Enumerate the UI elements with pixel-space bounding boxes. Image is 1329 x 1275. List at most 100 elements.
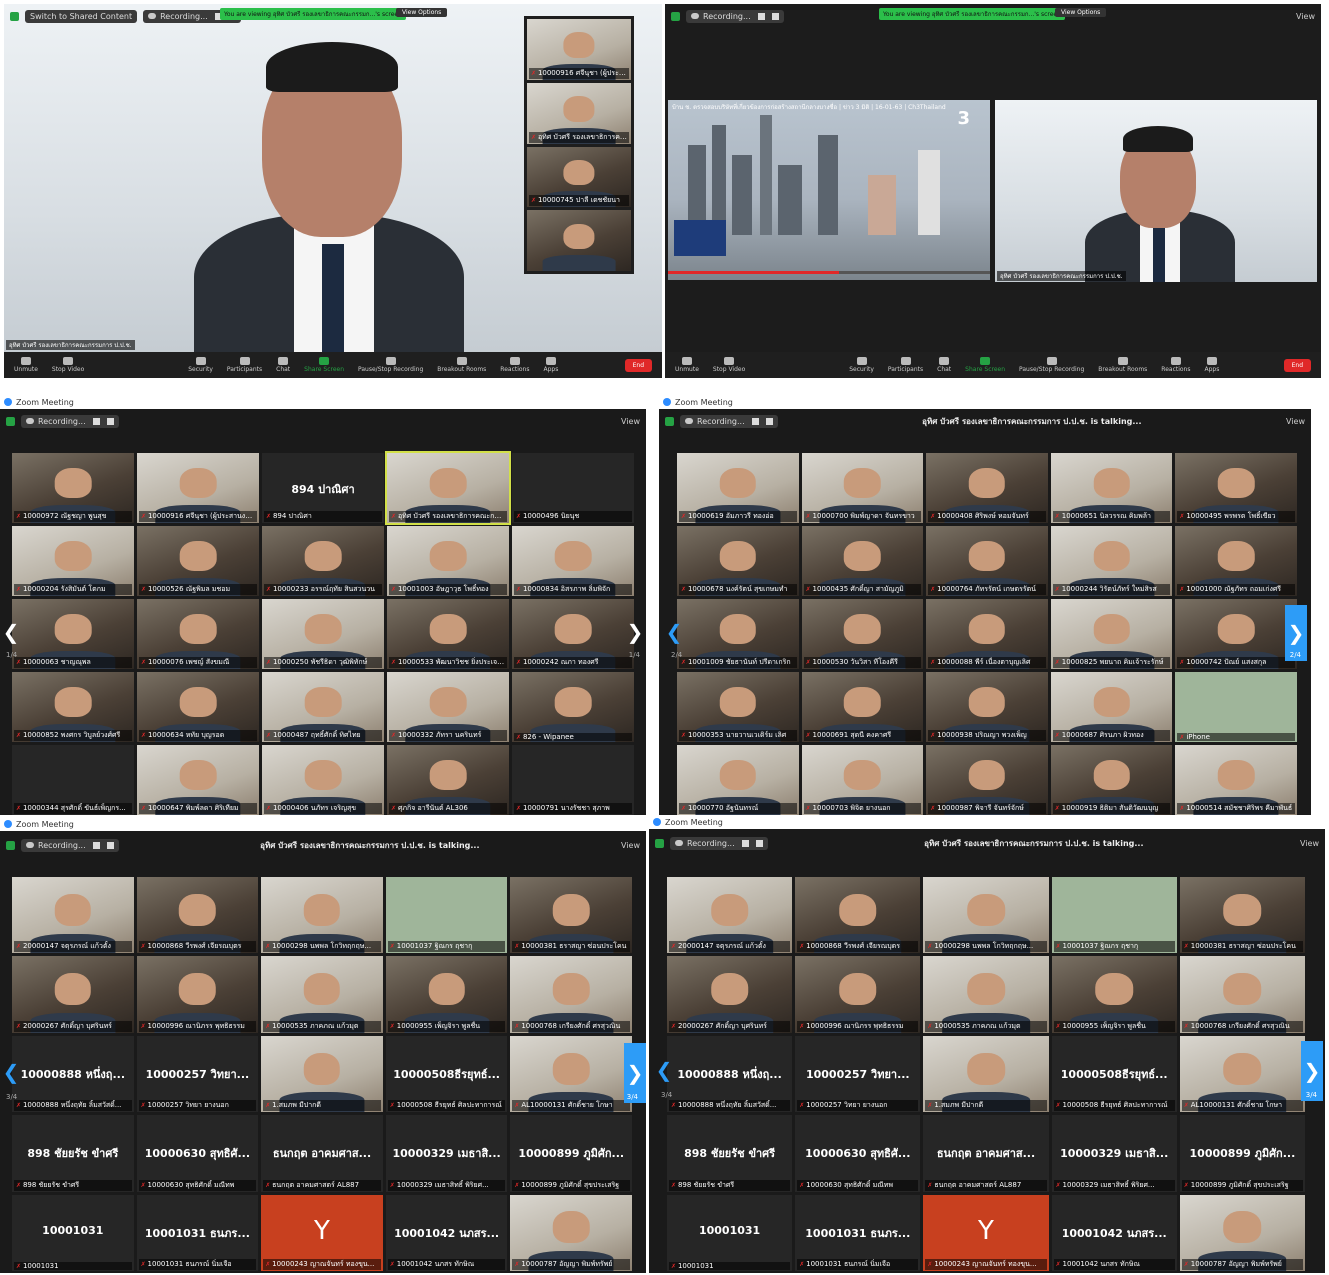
reactions-button[interactable]: Reactions (1161, 357, 1190, 373)
participant-tile[interactable]: 10001000 ณัฐภัทร ถอมเก่งศรี (1175, 526, 1297, 596)
apps-button[interactable]: Apps (543, 357, 558, 373)
participant-tile[interactable]: 10000938 ปริณญา พวงเพ็ญ (926, 672, 1048, 742)
participant-tile[interactable]: 20000267 ศักดิ์ญา บุศรินทร์ (12, 956, 134, 1033)
participant-tile[interactable]: Y 10000243 ญาณจันทร์ ทองขุน... (923, 1194, 1049, 1271)
participant-tile[interactable]: 10001042 นภสร... 10001042 นภสร ทักษิณ (1051, 1194, 1177, 1271)
participant-tile[interactable]: 10000770 อัฐนันทรณ์ (677, 745, 799, 815)
participant-tile[interactable]: 10001037 ฐิณกร ฤชากุ (385, 877, 508, 954)
stop-icon[interactable] (755, 839, 763, 847)
participant-tile[interactable]: 10000526 ณัฐพิมล มชอม (137, 526, 259, 596)
participant-tile[interactable]: 10000204 รังสิมันต์ โตกม (12, 526, 134, 596)
recording-button[interactable]: Pause/Stop Recording (358, 357, 423, 373)
view-options-button[interactable]: View Options (396, 8, 448, 17)
participant-tile[interactable]: 10000076 เพชญ์ สังขมณี (137, 599, 259, 669)
participant-tile[interactable]: 10000242 ณภา ทองศรี (512, 599, 634, 669)
view-button[interactable]: View (1296, 12, 1315, 21)
participant-tile[interactable]: 10000791 นางรัชชา สุภาพ (512, 745, 634, 815)
participant-tile[interactable]: 10001037 ฐิณกร ฤชากุ (1051, 877, 1177, 954)
stop-icon[interactable] (106, 841, 114, 849)
participant-tile[interactable]: 1.สมภพ มีปากดี (261, 1035, 383, 1113)
participant-tile[interactable]: 10000787 อัญญา พิมพ์ทรัพย์ (1179, 1194, 1305, 1271)
participant-tile[interactable]: 10001031 10001031 (667, 1194, 793, 1271)
security-button[interactable]: Security (188, 357, 213, 373)
participant-tile[interactable]: 10001031 ธนภร... 10001031 ธนภรณ์ นิ่มเจือ (795, 1194, 921, 1271)
switch-shared-button[interactable]: Switch to Shared Content (25, 9, 138, 23)
participant-tile[interactable]: 10000332 ภัทรา นครินทร์ (387, 672, 509, 742)
chat-button[interactable]: Chat (276, 357, 290, 373)
participant-tile[interactable]: อุทิศ บัวศรี รองเลขาธิการคณะกรรม... (385, 451, 511, 525)
pause-icon[interactable] (757, 12, 765, 20)
participant-tile[interactable]: 10000916 ศจีนุชา (ผู้ประสานงาน) (137, 453, 259, 523)
pause-icon[interactable] (741, 839, 749, 847)
view-button[interactable]: View (1286, 417, 1305, 426)
participant-tile[interactable]: 10000233 อรรณ์ฤทัย สินสวนวน (262, 526, 384, 596)
chat-button[interactable]: Chat (937, 357, 951, 373)
participant-tile[interactable]: ธนกฤต อาคมศาส... ธนกฤต อาคมศาสตร์ AL887 (261, 1115, 383, 1192)
stop-icon[interactable] (771, 12, 779, 20)
participant-tile[interactable]: ศุภกิจ อารีนันต์ AL306 (387, 745, 509, 815)
previous-page-button[interactable]: ❮ (0, 1049, 22, 1095)
participants-button[interactable]: Participants (888, 357, 923, 373)
participant-tile[interactable]: 10000678 นงค์รัตน์ สุขเกษมทำ (677, 526, 799, 596)
participant-tile[interactable]: 10000088 พีร์ เนื่องตาบุญเลิศ (926, 599, 1048, 669)
participant-tile[interactable]: 10000919 ธิติมา สันติวัฒนบุญ (1050, 745, 1173, 815)
previous-page-button[interactable]: ❮ (653, 1047, 675, 1093)
participant-tile[interactable]: 898 ชัยยรัช ขำศรี 898 ชัยยรัช ขำศรี (667, 1115, 793, 1192)
stop-icon[interactable] (106, 417, 114, 425)
share-screen-button[interactable]: Share Screen (965, 357, 1005, 373)
participant-tile[interactable]: 10000691 สุดนี คงคาศรี (801, 672, 924, 742)
thumbnail-tile[interactable] (527, 210, 631, 271)
next-page-button[interactable]: ❯ (624, 609, 646, 655)
participant-tile[interactable]: 10000634 หทัย บุญรอด (137, 672, 259, 742)
participant-tile[interactable]: 10000955 เพ็ญจิรา พูลชื่น (1051, 956, 1177, 1033)
participant-tile[interactable]: AL10000131 ศักดิ์ชาย โกษา (510, 1035, 632, 1113)
end-button[interactable]: End (1283, 358, 1311, 372)
security-button[interactable]: Security (849, 357, 874, 373)
participant-tile[interactable]: 10000651 นิลวรรณ คิมพล้า (1050, 453, 1173, 523)
participant-tile[interactable]: 10000508ธีรยุทธ์... 10000508 ธีรยุทธ์ ศิล… (385, 1035, 508, 1113)
unmute-button[interactable]: Unmute (14, 357, 38, 373)
participant-tile[interactable]: 10000508ธีรยุทธ์... 10000508 ธีรยุทธ์ ศิล… (1051, 1035, 1177, 1113)
view-button[interactable]: View (1300, 839, 1319, 848)
participant-tile[interactable]: 10000888 หนึ่งฤ... 10000888 หนึ่งฤทัย ลิ้… (667, 1035, 793, 1113)
participant-tile[interactable]: AL10000131 ศักดิ์ชาย โกษา (1179, 1035, 1305, 1113)
participants-button[interactable]: Participants (227, 357, 262, 373)
participant-tile[interactable]: 10000298 นพพล โกวิทฤกฤษ... (261, 877, 383, 954)
participant-tile[interactable]: 10000868 วีรพงศ์ เจียรณบุตร (136, 877, 259, 954)
reactions-button[interactable]: Reactions (500, 357, 529, 373)
pause-icon[interactable] (92, 417, 100, 425)
participant-tile[interactable]: 10000344 สุรศักดิ์ ขันธ์เพ็ญกร... (12, 745, 134, 815)
pause-icon[interactable] (751, 417, 759, 425)
end-button[interactable]: End (624, 358, 652, 372)
participant-tile[interactable]: 10000063 ชาญณุพล (12, 599, 134, 669)
participant-tile[interactable]: 10000972 ณัฐชญา พูนสุข (12, 453, 134, 523)
participant-tile[interactable]: 10000244 วิรัตน์ภัทร์ ใหม่สิรส (1050, 526, 1173, 596)
participant-tile[interactable]: iPhone (1175, 672, 1297, 742)
stop-icon[interactable] (765, 417, 773, 425)
participant-tile[interactable]: 10000514 สมัชชาศิริพร คีมาพันธ์ (1175, 745, 1297, 815)
participant-tile[interactable]: 10000619 อัมภาวรี ทองอ่อ (677, 453, 799, 523)
participant-tile[interactable]: 10000899 ภูมิศัก... 10000899 ภูมิศักดิ์ ส… (510, 1115, 632, 1192)
participant-tile[interactable]: 10000742 ปัณย์ แสงสกุล (1175, 599, 1297, 669)
participant-tile[interactable]: 10000496 นิยนุช (512, 453, 634, 523)
participant-tile[interactable]: 10000298 นพพล โกวิทฤกฤษ... (923, 877, 1049, 954)
participant-tile[interactable]: 20000267 ศักดิ์ญา บุศรินทร์ (667, 956, 793, 1033)
participant-tile[interactable]: 10000996 ณานิภรร พุทธิธรรม (795, 956, 921, 1033)
view-button[interactable]: View (621, 417, 640, 426)
participant-tile[interactable]: 10000834 อิสรภาพ ลิ่มพิจัก (512, 526, 634, 596)
participant-tile[interactable]: 10000852 พงศกร วิบูลย์วงศ์ศรี (12, 672, 134, 742)
participant-tile[interactable]: 10001009 ชัยธานันท์ ปรีดาเกริก (677, 599, 799, 669)
thumbnail-tile[interactable]: อุทิศ บัวศรี รองเลขาธิการคณะกรรมการ... (527, 82, 631, 144)
participant-tile[interactable]: 10000533 พัฒนาวิชช ยิ่งประเจริญ (387, 599, 509, 669)
participant-tile[interactable]: 10000535 ภาคภณ แก้วมุต (261, 956, 383, 1033)
participant-tile[interactable]: 826 - Wipanee (512, 672, 634, 742)
participant-tile[interactable]: 10000888 หนึ่งฤ... 10000888 หนึ่งฤทัย ลิ้… (12, 1035, 134, 1113)
breakout-rooms-button[interactable]: Breakout Rooms (437, 357, 486, 373)
view-button[interactable]: View (621, 841, 640, 850)
participant-tile[interactable]: 10000408 ศิริพงษ์ หอมจันทร์ (926, 453, 1048, 523)
participant-tile[interactable]: 20000147 จตุรภรณ์ แก้วตั้ง (667, 877, 793, 954)
participant-tile[interactable]: Y 10000243 ญาณจันทร์ ทองขุน... (261, 1194, 383, 1271)
participant-tile[interactable]: 894 ปาณิศา 894 ปาณิศา (262, 453, 384, 523)
participant-tile[interactable]: 10000899 ภูมิศัก... 10000899 ภูมิศักดิ์ ส… (1179, 1115, 1305, 1192)
participant-tile[interactable]: 10000250 พัชรีธิดา วุฒิพิทักษ์ (262, 599, 384, 669)
